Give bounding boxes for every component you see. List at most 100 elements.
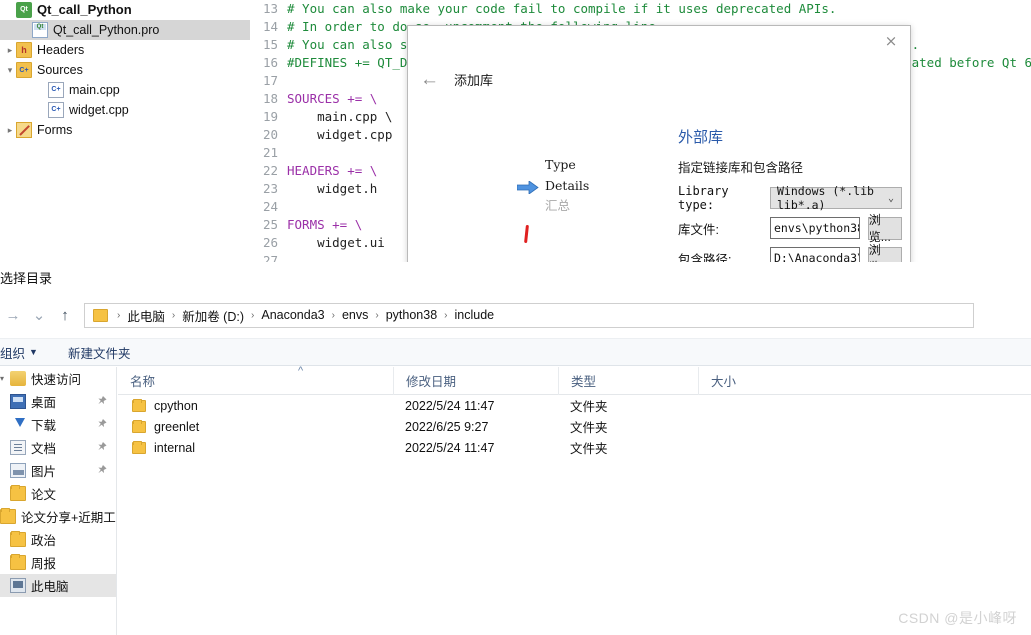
tree-item[interactable]: ▸ Headers — [0, 40, 250, 60]
sidebar-item[interactable]: 桌面 — [0, 390, 116, 413]
column-header-name[interactable]: 名称 ^ — [118, 365, 393, 395]
sidebar-item[interactable]: 政治 — [0, 528, 116, 551]
file-name-label: greenlet — [154, 419, 200, 434]
file-name-cell: cpython — [118, 398, 393, 413]
line-number: 22 — [262, 163, 278, 178]
chevron-down-icon: ▼ — [29, 347, 38, 357]
library-type-value: Windows (*.lib lib*.a) — [777, 184, 874, 212]
tree-item-label: Headers — [37, 43, 85, 57]
sidebar-item[interactable]: 文档 — [0, 436, 116, 459]
close-icon[interactable]: × — [878, 30, 904, 52]
breadcrumb-separator-icon[interactable]: › — [332, 310, 335, 321]
breadcrumb-separator-icon[interactable]: › — [375, 310, 378, 321]
breadcrumb-item[interactable]: include — [455, 308, 495, 322]
organize-button[interactable]: 组织 ▼ — [0, 343, 38, 362]
breadcrumb-separator-icon[interactable]: › — [251, 310, 254, 321]
breadcrumb-separator-icon[interactable]: › — [172, 310, 175, 321]
column-header-type[interactable]: 类型 — [558, 366, 698, 395]
dialog-subheading: 指定链接库和包含路径 — [678, 161, 804, 175]
sidebar-item[interactable]: ▾ 快速访问 — [0, 367, 116, 390]
sidebar-item[interactable]: 此电脑 — [0, 574, 116, 597]
line-number: 17 — [262, 73, 278, 88]
line-number: 21 — [262, 145, 278, 160]
breadcrumb-item[interactable]: envs — [342, 308, 368, 322]
sidebar-item[interactable]: 下载 — [0, 413, 116, 436]
sidebar-item[interactable]: 图片 — [0, 459, 116, 482]
dialog-body: 外部库 指定链接库和包含路径 Library type: Windows (*.l… — [678, 126, 902, 264]
wizard-step: 汇总 — [545, 196, 640, 217]
downloads-icon — [10, 417, 26, 432]
line-number: 25 — [262, 217, 278, 232]
breadcrumb-separator-icon[interactable]: › — [444, 310, 447, 321]
recent-locations-icon[interactable]: ⌄ — [26, 306, 52, 324]
line-number: 16 — [262, 55, 278, 70]
code-text: widget.h — [287, 181, 378, 196]
tree-item[interactable]: main.cpp — [0, 80, 250, 100]
this-pc-icon — [10, 578, 26, 593]
column-header-date[interactable]: 修改日期 — [393, 366, 558, 395]
tree-item[interactable]: ▾ Sources — [0, 60, 250, 80]
pictures-icon — [10, 463, 26, 478]
chevron-down-icon: ⌄ — [887, 192, 894, 204]
pin-icon[interactable] — [92, 439, 110, 457]
breadcrumb-item[interactable]: Anaconda3 — [261, 308, 324, 322]
line-number: 27 — [262, 253, 278, 262]
sidebar-item-label: 快速访问 — [31, 373, 82, 387]
qt-project-icon — [16, 2, 32, 18]
sidebar-item[interactable]: 论文 — [0, 482, 116, 505]
expander-icon[interactable]: ▾ — [4, 60, 16, 80]
breadcrumb-separator-icon[interactable]: › — [117, 310, 120, 321]
file-dialog-titlebar: 选择目录 — [0, 262, 1031, 290]
library-type-label: Library type: — [678, 184, 729, 212]
sources-folder-icon — [16, 62, 32, 78]
code-line: 13 # You can also make your code fail to … — [250, 0, 1031, 18]
pin-icon[interactable] — [92, 462, 110, 480]
wizard-step-label: Type — [545, 157, 576, 172]
tree-item[interactable]: Qt_call_Python.pro — [0, 17, 250, 40]
documents-icon — [10, 440, 26, 455]
column-header-label: 名称 — [130, 375, 156, 389]
file-list-body: cpython 2022/5/24 11:47 文件夹 greenlet 2022/6/… — [118, 395, 1031, 458]
pin-icon[interactable] — [92, 416, 110, 434]
sidebar-item-label: 论文分享+近期工作 — [21, 511, 116, 525]
sidebar-item[interactable]: 论文分享+近期工作 — [0, 505, 116, 528]
forward-arrow-icon[interactable]: → — [0, 307, 26, 324]
breadcrumb[interactable]: › 此电脑 › 新加卷 (D:) › Anaconda3 › envs › python38 › in… — [84, 302, 974, 328]
code-text: widget.ui — [287, 235, 385, 250]
column-header-size[interactable]: 大小 — [698, 366, 780, 395]
expander-icon[interactable]: ▸ — [4, 120, 16, 140]
line-number: 14 — [262, 19, 278, 34]
breadcrumb-item[interactable]: 新加卷 (D:) — [182, 306, 244, 325]
tree-item[interactable]: widget.cpp — [0, 100, 250, 120]
dialog-header: ← 添加库 — [420, 70, 493, 89]
sidebar-item[interactable]: 周报 — [0, 551, 116, 574]
expander-icon[interactable]: ▸ — [4, 40, 16, 60]
dialog-heading: 外部库 — [678, 129, 724, 146]
column-header-label: 修改日期 — [406, 375, 457, 389]
wizard-steps: Type Details 汇总 — [516, 154, 640, 217]
column-header-label: 类型 — [571, 375, 597, 389]
library-file-browse-button[interactable]: 浏览... — [867, 213, 902, 244]
table-row[interactable]: internal 2022/5/24 11:47 文件夹 — [118, 437, 1031, 458]
code-text: HEADERS += \ — [287, 163, 378, 178]
breadcrumb-item[interactable]: python38 — [386, 308, 437, 322]
chevron-down-icon[interactable]: ▾ — [0, 374, 10, 383]
tree-item-label: widget.cpp — [69, 103, 129, 117]
table-row[interactable]: greenlet 2022/6/25 9:27 文件夹 — [118, 416, 1031, 437]
column-header-label: 大小 — [711, 375, 737, 389]
folder-icon — [93, 308, 108, 322]
library-file-input[interactable]: envs\python38\libs\python38.lib — [770, 217, 860, 239]
pin-icon[interactable] — [92, 393, 110, 411]
code-text: # You can also make your code fail to co… — [287, 1, 837, 16]
tree-item[interactable]: ▸ Forms — [0, 120, 250, 140]
dialog-fields: Library type: Windows (*.lib lib*.a) ⌄ 库文件:… — [678, 184, 902, 264]
up-arrow-icon[interactable]: ↑ — [52, 307, 78, 324]
back-arrow-icon[interactable]: ← — [420, 70, 439, 89]
breadcrumb-item[interactable]: 此电脑 — [127, 306, 165, 325]
table-row[interactable]: cpython 2022/5/24 11:47 文件夹 — [118, 395, 1031, 416]
file-dialog-title: 选择目录 — [0, 271, 53, 286]
library-type-select[interactable]: Windows (*.lib lib*.a) ⌄ — [770, 184, 902, 212]
code-text: main.cpp \ — [287, 109, 393, 124]
folder-icon — [132, 419, 146, 433]
new-folder-button[interactable]: 新建文件夹 — [68, 343, 131, 362]
